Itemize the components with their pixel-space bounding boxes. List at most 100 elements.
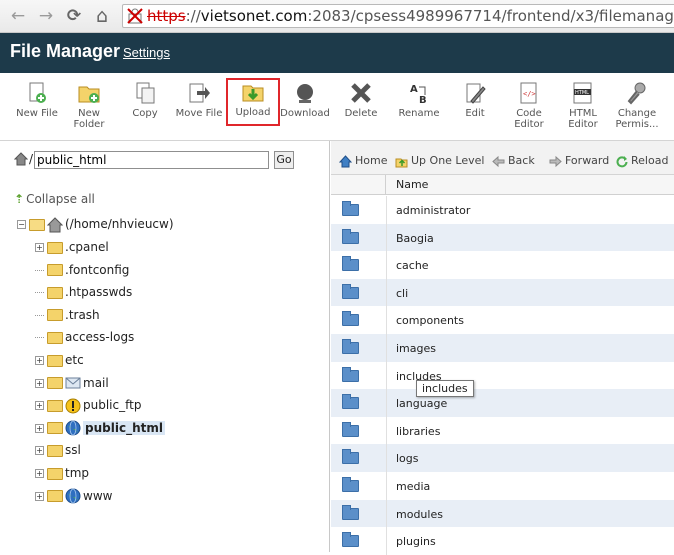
reload-icon[interactable]: ⟳ xyxy=(64,6,84,26)
globe-icon xyxy=(65,420,81,436)
code-button[interactable]: </> Code Editor xyxy=(502,81,556,137)
tree-connector xyxy=(35,314,44,316)
file-name[interactable]: plugins xyxy=(396,535,436,548)
expand-toggle-icon[interactable]: + xyxy=(35,378,44,388)
html-editor-icon: HTML xyxy=(573,82,592,104)
nav-forward-button[interactable]: Forward xyxy=(549,154,609,168)
url-scheme: https xyxy=(147,7,186,25)
expand-toggle-icon[interactable]: + xyxy=(35,469,44,478)
path-input[interactable] xyxy=(34,151,269,169)
tree-item-tmp[interactable]: + tmp xyxy=(35,464,89,482)
file-name[interactable]: administrator xyxy=(396,204,470,217)
new-button[interactable]: New Folder xyxy=(62,81,116,137)
download-button[interactable]: Download xyxy=(278,81,332,137)
file-name[interactable]: media xyxy=(396,480,430,493)
tree-item-public-html[interactable]: + public_html xyxy=(35,419,165,437)
tree-item-etc[interactable]: + etc xyxy=(35,351,84,369)
forward-arrow-icon[interactable]: → xyxy=(36,6,56,26)
tree-item-label: .htpasswds xyxy=(65,285,133,300)
table-row[interactable]: components xyxy=(331,306,674,334)
column-divider xyxy=(386,361,387,390)
file-name[interactable]: language xyxy=(396,397,447,410)
collapse-toggle-icon[interactable]: − xyxy=(17,220,26,229)
tree-item-ssl[interactable]: + ssl xyxy=(35,441,81,459)
change-button[interactable]: Change Permis... xyxy=(610,81,664,137)
expand-toggle-icon[interactable]: + xyxy=(35,423,44,433)
tree-item-public-ftp[interactable]: + public_ftp xyxy=(35,396,141,414)
go-button[interactable]: Go xyxy=(274,151,294,169)
toolbar-label: Upload xyxy=(235,107,271,118)
tree-item-label: .cpanel xyxy=(65,240,109,254)
tree-root-label: (/home/nhvieucw) xyxy=(65,217,174,231)
file-name[interactable]: cache xyxy=(396,259,429,272)
expand-toggle-icon[interactable]: + xyxy=(35,446,44,456)
table-row[interactable]: Baogia xyxy=(331,223,674,252)
copy-button[interactable]: Copy xyxy=(118,81,172,137)
toolbar-label-line2: Permis... xyxy=(615,119,659,130)
file-navigation-bar: Home Up One Level Back Forward Reload xyxy=(331,141,674,175)
nav-label: Reload xyxy=(631,154,669,167)
name-column-header[interactable]: Name xyxy=(396,178,428,191)
toolbar-label-line2: Editor xyxy=(514,119,544,130)
expand-toggle-icon[interactable]: + xyxy=(35,356,44,365)
address-bar[interactable]: https://vietsonet.com:2083/cpsess4989967… xyxy=(122,4,674,28)
home-icon[interactable]: ⌂ xyxy=(92,6,112,26)
folder-icon xyxy=(342,477,359,492)
delete-button[interactable]: Delete xyxy=(334,81,388,137)
toolbar-label: HTML xyxy=(569,108,597,119)
file-name[interactable]: libraries xyxy=(396,425,440,438)
tree-item-label: tmp xyxy=(65,466,90,480)
edit-button[interactable]: Edit xyxy=(448,81,502,137)
move-file-button[interactable]: Move File xyxy=(172,81,226,137)
folder-icon xyxy=(342,311,359,327)
table-row[interactable]: media xyxy=(331,472,674,500)
tree-item-access-logs[interactable]: access-logs xyxy=(35,328,134,346)
tree-item-dot-htpasswds[interactable]: .htpasswds xyxy=(35,283,132,301)
tree-item-dot-trash[interactable]: .trash xyxy=(35,306,100,324)
table-row[interactable]: modules xyxy=(331,499,674,528)
back-arrow-icon[interactable]: ← xyxy=(8,6,28,26)
column-divider xyxy=(386,416,387,445)
toolbar-label: Rename xyxy=(398,108,440,119)
tree-connector xyxy=(35,337,44,339)
expand-toggle-icon[interactable]: + xyxy=(35,401,44,411)
collapse-all-link[interactable]: ⇡ Collapse all xyxy=(14,192,95,206)
file-name[interactable]: cli xyxy=(396,287,408,300)
table-row[interactable]: administrator xyxy=(331,196,674,224)
home-icon[interactable] xyxy=(14,152,28,166)
tree-item-mail[interactable]: + mail xyxy=(35,374,109,392)
tree-item-dot-cpanel[interactable]: + .cpanel xyxy=(35,238,109,256)
new-file-button[interactable]: New File xyxy=(10,81,64,137)
table-row[interactable]: libraries xyxy=(331,416,674,445)
tree-root[interactable]: − (/home/nhvieucw) xyxy=(17,215,174,233)
table-row[interactable]: cache xyxy=(331,251,674,279)
nav-reload-button[interactable]: Reload xyxy=(615,154,668,168)
file-name[interactable]: modules xyxy=(396,508,443,521)
expand-toggle-icon[interactable]: + xyxy=(35,491,44,501)
table-row[interactable]: images xyxy=(331,334,674,362)
settings-link[interactable]: Settings xyxy=(123,45,170,60)
table-row[interactable]: cli xyxy=(331,278,674,307)
file-name[interactable]: components xyxy=(396,314,464,327)
table-row[interactable]: logs xyxy=(331,444,674,472)
nav-back-button[interactable]: Back xyxy=(492,154,535,168)
nav-up-one-level-button[interactable]: Up One Level xyxy=(395,154,484,168)
file-name[interactable]: images xyxy=(396,342,436,355)
rename-button[interactable]: A B Rename xyxy=(392,81,446,137)
expand-toggle-icon[interactable]: + xyxy=(35,243,44,252)
table-row[interactable]: plugins xyxy=(331,527,674,555)
tree-item-dot-fontconfig[interactable]: .fontconfig xyxy=(35,261,129,279)
page-title: File Manager xyxy=(10,41,121,61)
tree-item-label: access-logs xyxy=(65,330,135,345)
table-row[interactable]: includes xyxy=(331,361,674,390)
file-name[interactable]: Baogia xyxy=(396,232,434,245)
file-name[interactable]: logs xyxy=(396,452,419,465)
html-button[interactable]: HTML HTML Editor xyxy=(556,81,610,137)
nav-home-button[interactable]: Home xyxy=(339,154,387,168)
folder-icon xyxy=(47,490,63,503)
toolbar-label-line2: Editor xyxy=(568,119,598,130)
tree-item-www[interactable]: + www xyxy=(35,487,112,505)
table-row[interactable]: language xyxy=(331,389,674,417)
upload-button[interactable]: Upload xyxy=(226,78,280,126)
toolbar-label: Change xyxy=(617,108,657,119)
